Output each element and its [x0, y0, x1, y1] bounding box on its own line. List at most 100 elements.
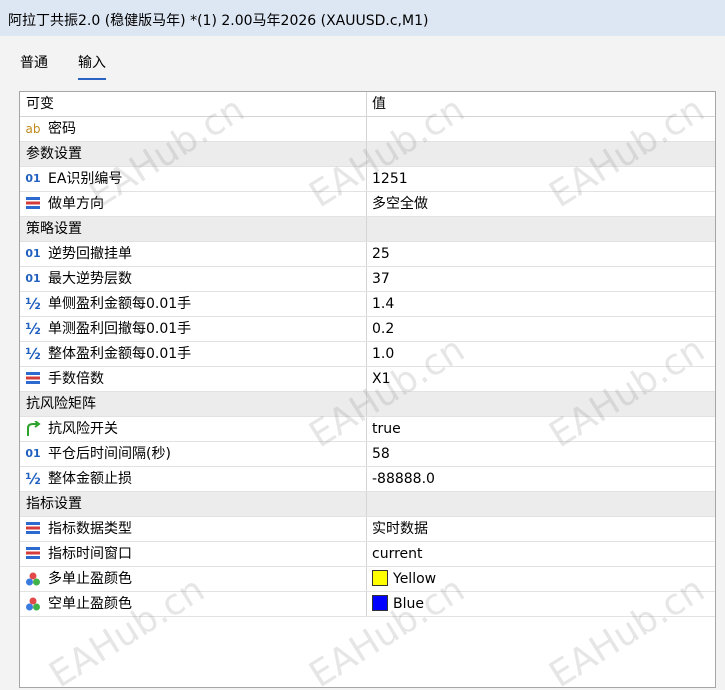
inputs-table: 可变 值 ab 密码 参数设置 01 EA识别编号 1251 做单方向 多空全做 策略设置 01 逆…	[19, 91, 716, 688]
group-label: 抗风险矩阵	[20, 392, 367, 416]
parameter-value: -88888.0	[372, 471, 435, 487]
group-row: 指标设置	[20, 492, 715, 517]
parameter-label: 手数倍数	[48, 371, 104, 387]
parameter-label: 做单方向	[48, 196, 104, 212]
parameter-label: 整体盈利金额每0.01手	[48, 346, 192, 362]
parameter-value-cell[interactable]: 25	[368, 242, 715, 266]
parameter-row[interactable]: ½ 整体金额止损 -88888.0	[20, 467, 715, 492]
parameter-row[interactable]: 01 最大逆势层数 37	[20, 267, 715, 292]
integer-01-icon: 01	[25, 447, 41, 460]
integer-01-icon: 01	[25, 172, 41, 185]
color-circles-icon	[24, 571, 42, 587]
parameter-name-cell: 指标数据类型	[20, 517, 367, 541]
parameter-value-cell	[368, 142, 715, 166]
parameter-row[interactable]: 指标时间窗口 current	[20, 542, 715, 567]
parameter-value: 25	[372, 246, 390, 262]
parameter-value-cell[interactable]: Yellow	[368, 567, 715, 591]
double-half-icon: ½	[25, 295, 41, 313]
parameter-row[interactable]: ½ 整体盈利金额每0.01手 1.0	[20, 342, 715, 367]
parameter-value-cell[interactable]: current	[368, 542, 715, 566]
parameter-name-cell: 01 逆势回撤挂单	[20, 242, 367, 266]
parameter-value: 0.2	[372, 321, 395, 337]
integer-01-icon: 01	[25, 272, 41, 285]
parameter-value-cell[interactable]: 58	[368, 442, 715, 466]
parameter-value: 多空全做	[372, 196, 428, 212]
window-title: 阿拉丁共振2.0 (稳健版马年) *(1) 2.00马年2026 (XAUUSD…	[0, 0, 725, 36]
column-header-value: 值	[372, 96, 386, 112]
parameter-row[interactable]: 多单止盈颜色 Yellow	[20, 567, 715, 592]
enum-list-icon	[24, 371, 42, 387]
tab-common[interactable]: 普通	[20, 52, 48, 72]
enum-list-icon	[24, 546, 42, 562]
parameter-name-cell: 01 平仓后时间间隔(秒)	[20, 442, 367, 466]
double-half-icon: ½	[25, 320, 41, 338]
parameter-row[interactable]: 指标数据类型 实时数据	[20, 517, 715, 542]
parameter-name-cell: 空单止盈颜色	[20, 592, 367, 616]
parameter-row[interactable]: 01 EA识别编号 1251	[20, 167, 715, 192]
group-row: 策略设置	[20, 217, 715, 242]
parameter-label: 整体金额止损	[48, 471, 132, 487]
parameter-row[interactable]: 空单止盈颜色 Blue	[20, 592, 715, 617]
parameter-row[interactable]: ½ 单侧盈利金额每0.01手 1.4	[20, 292, 715, 317]
bool-arrow-icon	[24, 420, 42, 437]
column-header-name: 可变	[20, 92, 367, 116]
parameter-value-cell[interactable]: true	[368, 417, 715, 441]
parameter-value: 1.0	[372, 346, 395, 362]
tab-inputs[interactable]: 输入	[78, 52, 106, 80]
group-label: 指标设置	[20, 492, 367, 516]
parameter-value-cell[interactable]: 1.4	[368, 292, 715, 316]
parameter-label: 多单止盈颜色	[48, 571, 132, 587]
parameter-value-cell	[368, 217, 715, 241]
parameter-label: EA识别编号	[48, 171, 123, 187]
parameter-row[interactable]: ½ 单测盈利回撤每0.01手 0.2	[20, 317, 715, 342]
parameter-label: 单侧盈利金额每0.01手	[48, 296, 192, 312]
parameter-name-cell: ab 密码	[20, 117, 367, 141]
double-half-icon: ½	[25, 345, 41, 363]
parameter-label: 逆势回撤挂单	[48, 246, 132, 262]
parameter-value-cell[interactable]: Blue	[368, 592, 715, 616]
double-half-icon: ½	[25, 470, 41, 488]
parameter-value-cell[interactable]: 1.0	[368, 342, 715, 366]
parameter-value-cell[interactable]: -88888.0	[368, 467, 715, 491]
parameter-name-cell: 抗风险开关	[20, 417, 367, 441]
parameter-value-cell[interactable]: X1	[368, 367, 715, 391]
parameter-name-cell: 做单方向	[20, 192, 367, 216]
parameter-name-cell: 多单止盈颜色	[20, 567, 367, 591]
parameter-row[interactable]: 抗风险开关 true	[20, 417, 715, 442]
text-ab-icon: ab	[25, 122, 41, 136]
parameter-value-cell[interactable]: 多空全做	[368, 192, 715, 216]
parameter-label: 单测盈利回撤每0.01手	[48, 321, 192, 337]
parameter-row[interactable]: ab 密码	[20, 117, 715, 142]
parameter-name-cell: 01 EA识别编号	[20, 167, 367, 191]
color-swatch[interactable]	[372, 594, 388, 611]
parameter-value-cell[interactable]: 1251	[368, 167, 715, 191]
parameter-value: Blue	[393, 596, 424, 612]
parameter-row[interactable]: 01 平仓后时间间隔(秒) 58	[20, 442, 715, 467]
parameter-row[interactable]: 手数倍数 X1	[20, 367, 715, 392]
parameter-value: current	[372, 546, 423, 562]
parameter-value: true	[372, 421, 401, 437]
parameter-value: 1251	[372, 171, 408, 187]
group-row: 参数设置	[20, 142, 715, 167]
parameter-label: 密码	[48, 121, 76, 137]
parameter-value: X1	[372, 371, 391, 387]
parameter-name-cell: 指标时间窗口	[20, 542, 367, 566]
parameter-value-cell[interactable]	[368, 117, 715, 141]
parameter-value-cell	[368, 392, 715, 416]
parameter-row[interactable]: 做单方向 多空全做	[20, 192, 715, 217]
parameter-label: 空单止盈颜色	[48, 596, 132, 612]
color-circles-icon	[24, 596, 42, 612]
parameter-value-cell[interactable]: 实时数据	[368, 517, 715, 541]
parameter-name-cell: ½ 整体盈利金额每0.01手	[20, 342, 367, 366]
parameter-value: 37	[372, 271, 390, 287]
parameter-label: 指标数据类型	[48, 521, 132, 537]
table-header: 可变 值	[20, 92, 715, 117]
color-swatch[interactable]	[372, 569, 388, 586]
parameter-name-cell: ½ 单侧盈利金额每0.01手	[20, 292, 367, 316]
group-label: 策略设置	[20, 217, 367, 241]
parameter-label: 最大逆势层数	[48, 271, 132, 287]
parameter-value-cell[interactable]: 37	[368, 267, 715, 291]
enum-list-icon	[24, 196, 42, 212]
parameter-value-cell[interactable]: 0.2	[368, 317, 715, 341]
parameter-row[interactable]: 01 逆势回撤挂单 25	[20, 242, 715, 267]
